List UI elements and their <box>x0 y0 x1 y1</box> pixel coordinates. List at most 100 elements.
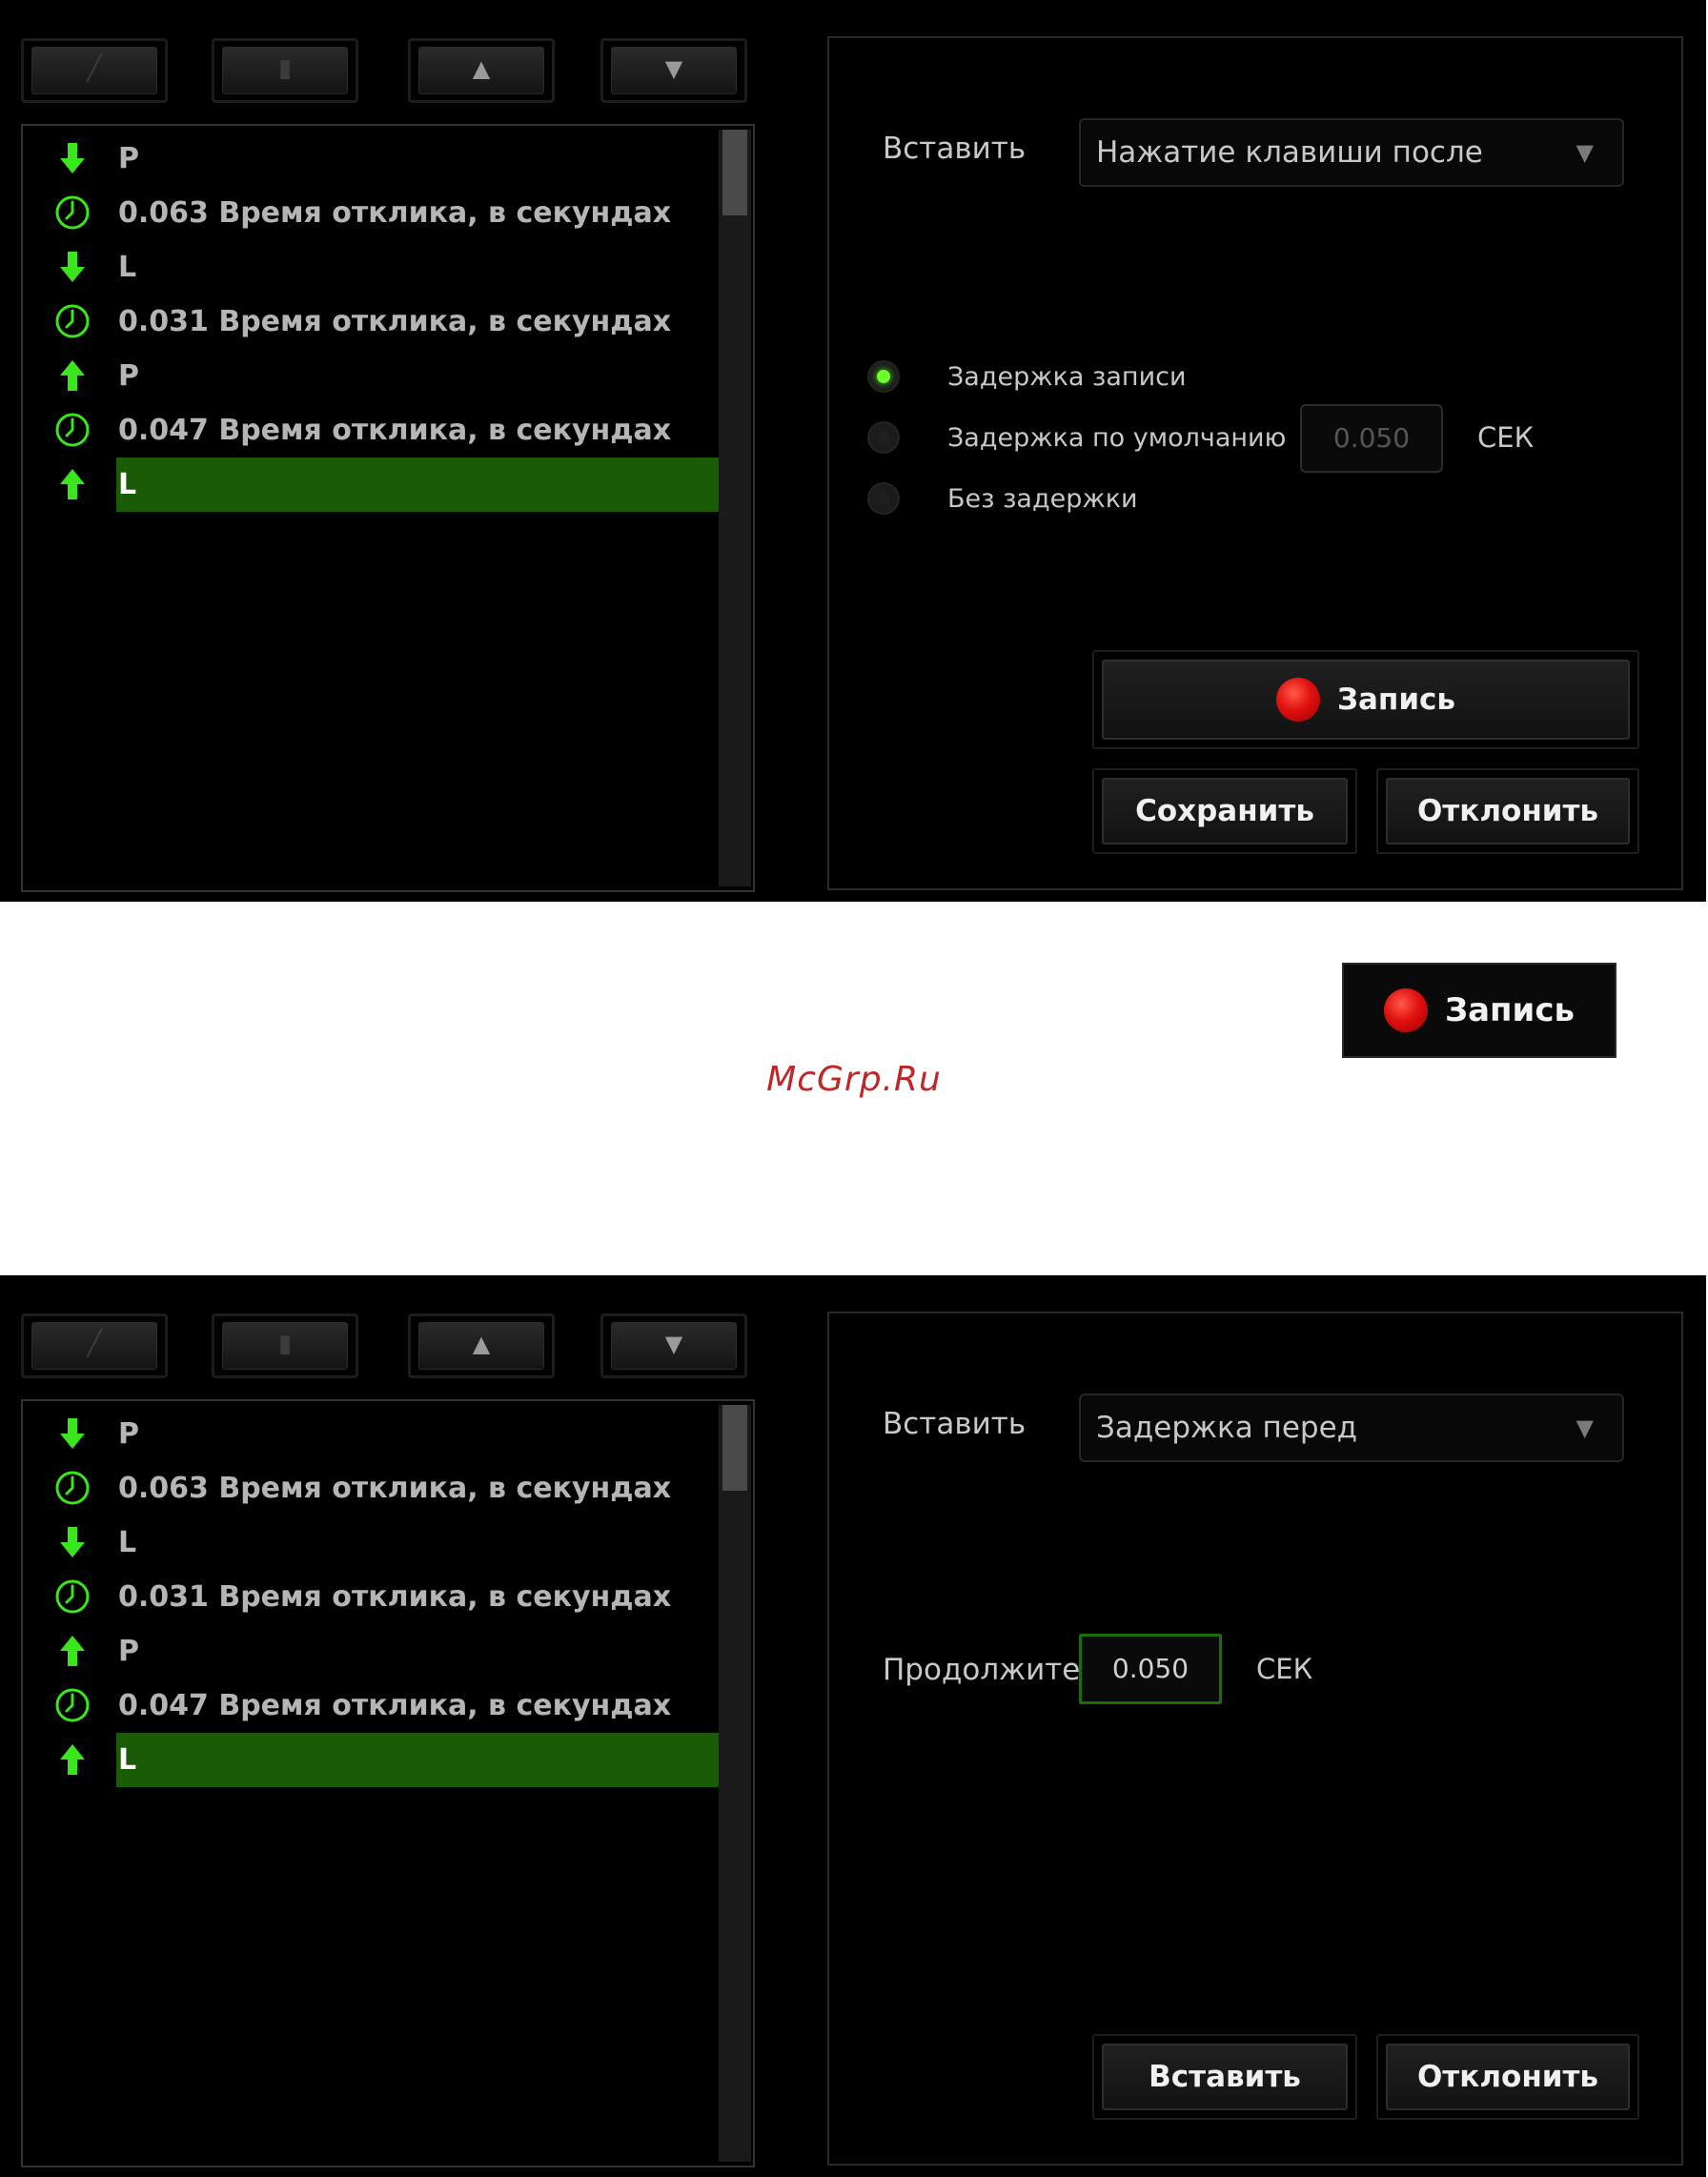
clock-icon <box>53 302 92 340</box>
radio-record-delay[interactable] <box>867 360 900 393</box>
cancel-button[interactable]: Отклонить <box>1376 768 1639 854</box>
delete-button[interactable]: ▮ <box>212 38 358 103</box>
list-item-text: 0.063 Время отклика, в секундах <box>118 196 672 230</box>
radio-record-delay-label: Задержка записи <box>947 362 1187 392</box>
move-up-icon: ▲ <box>472 1331 491 1357</box>
key-down-icon <box>53 1414 92 1453</box>
macro-event-list[interactable]: P 0.063 Время отклика, в секундах L 0.031 В… <box>21 1399 755 2167</box>
insert-button[interactable]: Вставить <box>1092 2034 1357 2120</box>
radio-default-delay[interactable] <box>867 421 900 454</box>
clock-icon <box>53 1577 92 1616</box>
duration-field[interactable]: 0.050 <box>1079 1634 1222 1704</box>
unit-label: СЕК <box>1256 1653 1313 1685</box>
record-example-label: Запись <box>1444 991 1576 1029</box>
list-item[interactable]: L <box>23 1733 719 1787</box>
list-item-text: 0.031 Время отклика, в секундах <box>118 1580 672 1614</box>
save-button[interactable]: Сохранить <box>1092 768 1357 854</box>
edit-button[interactable]: ╱ <box>21 38 168 103</box>
list-item-text: L <box>118 251 137 284</box>
record-icon <box>1383 988 1428 1032</box>
key-down-icon <box>53 1523 92 1561</box>
cancel-button[interactable]: Отклонить <box>1376 2034 1639 2120</box>
delete-button[interactable]: ▮ <box>212 1313 358 1378</box>
clock-icon <box>53 1686 92 1724</box>
unit-label: СЕК <box>1477 421 1535 454</box>
list-item-text: P <box>118 1417 139 1451</box>
save-button-label: Сохранить <box>1102 778 1348 844</box>
list-item[interactable]: 0.063 Время отклика, в секундах <box>23 1461 719 1516</box>
key-up-icon <box>53 356 92 395</box>
insert-options-pane: Вставить Задержка перед ▼ Продолжите 0.0… <box>827 1312 1683 2166</box>
move-up-button[interactable]: ▲ <box>408 38 555 103</box>
radio-no-delay[interactable] <box>867 482 900 515</box>
chevron-down-icon: ▼ <box>1576 1414 1594 1441</box>
clock-icon <box>53 411 92 449</box>
list-item-text: 0.047 Время отклика, в секундах <box>118 1689 672 1722</box>
edit-button[interactable]: ╱ <box>21 1313 168 1378</box>
move-down-button[interactable]: ▼ <box>600 1313 747 1378</box>
list-item[interactable]: 0.063 Время отклика, в секундах <box>23 186 719 240</box>
insert-button-label: Вставить <box>1102 2044 1348 2110</box>
list-item-text: P <box>118 359 139 393</box>
selection-highlight <box>116 458 719 512</box>
cancel-button-label: Отклонить <box>1386 2044 1630 2110</box>
key-down-icon <box>53 139 92 177</box>
list-item[interactable]: L <box>23 1516 719 1570</box>
insert-options-pane: Вставить Нажатие клавиши после ▼ Задержк… <box>827 36 1683 890</box>
record-button-example: Запись <box>1342 963 1616 1058</box>
list-item[interactable]: 0.031 Время отклика, в секундах <box>23 295 719 349</box>
insert-type-dropdown[interactable]: Нажатие клавиши после ▼ <box>1079 118 1624 187</box>
macro-editor-panel-record: ╱ ▮ ▲ ▼ P 0.063 Время отклика, в секундах… <box>0 0 1706 902</box>
move-down-icon: ▼ <box>664 55 683 82</box>
insert-label: Вставить <box>883 1407 1027 1441</box>
move-down-icon: ▼ <box>664 1331 683 1357</box>
insert-type-value: Нажатие клавиши после <box>1096 135 1483 170</box>
pencil-icon: ╱ <box>87 1330 102 1358</box>
list-item[interactable]: P <box>23 349 719 403</box>
list-item-text: 0.031 Время отклика, в секундах <box>118 305 672 338</box>
scroll-thumb[interactable] <box>722 130 747 215</box>
trash-icon: ▮ <box>277 1330 293 1358</box>
insert-type-value: Задержка перед <box>1096 1411 1358 1445</box>
scrollbar[interactable] <box>719 130 751 886</box>
radio-no-delay-label: Без задержки <box>947 484 1138 514</box>
watermark: McGrp.Ru <box>766 1060 942 1099</box>
move-up-button[interactable]: ▲ <box>408 1313 555 1378</box>
list-item-text: L <box>118 1743 137 1777</box>
pencil-icon: ╱ <box>87 54 102 83</box>
scrollbar[interactable] <box>719 1405 751 2162</box>
default-delay-field[interactable]: 0.050 <box>1300 404 1443 473</box>
macro-editor-panel-delay: ╱ ▮ ▲ ▼ P 0.063 Время отклика, в секундах… <box>0 1275 1706 2177</box>
radio-default-delay-label: Задержка по умолчанию <box>947 423 1287 453</box>
list-item[interactable]: 0.047 Время отклика, в секундах <box>23 1679 719 1733</box>
cancel-button-label: Отклонить <box>1386 778 1630 844</box>
list-item-text: 0.047 Время отклика, в секундах <box>118 414 672 447</box>
chevron-down-icon: ▼ <box>1576 139 1594 166</box>
record-icon <box>1275 678 1320 722</box>
clock-icon <box>53 1469 92 1507</box>
list-item[interactable]: P <box>23 132 719 186</box>
record-button-label: Запись <box>1336 682 1456 717</box>
macro-event-list[interactable]: P 0.063 Время отклика, в секундах L 0.031 В… <box>21 124 755 892</box>
list-item-text: P <box>118 1635 139 1668</box>
trash-icon: ▮ <box>277 54 293 83</box>
insert-type-dropdown[interactable]: Задержка перед ▼ <box>1079 1394 1624 1462</box>
list-item[interactable]: P <box>23 1407 719 1461</box>
list-item[interactable]: 0.047 Время отклика, в секундах <box>23 403 719 458</box>
record-button[interactable]: Запись <box>1092 650 1639 749</box>
list-item[interactable]: 0.031 Время отклика, в секундах <box>23 1570 719 1624</box>
key-up-icon <box>53 465 92 503</box>
list-item[interactable]: L <box>23 458 719 512</box>
list-item-text: L <box>118 468 137 501</box>
list-item-text: L <box>118 1526 137 1559</box>
move-up-icon: ▲ <box>472 55 491 82</box>
clock-icon <box>53 193 92 232</box>
insert-label: Вставить <box>883 132 1027 166</box>
scroll-thumb[interactable] <box>722 1405 747 1491</box>
list-item-text: P <box>118 142 139 175</box>
list-item[interactable]: L <box>23 240 719 295</box>
list-item[interactable]: P <box>23 1624 719 1679</box>
move-down-button[interactable]: ▼ <box>600 38 747 103</box>
list-item-text: 0.063 Время отклика, в секундах <box>118 1472 672 1505</box>
key-up-icon <box>53 1632 92 1670</box>
